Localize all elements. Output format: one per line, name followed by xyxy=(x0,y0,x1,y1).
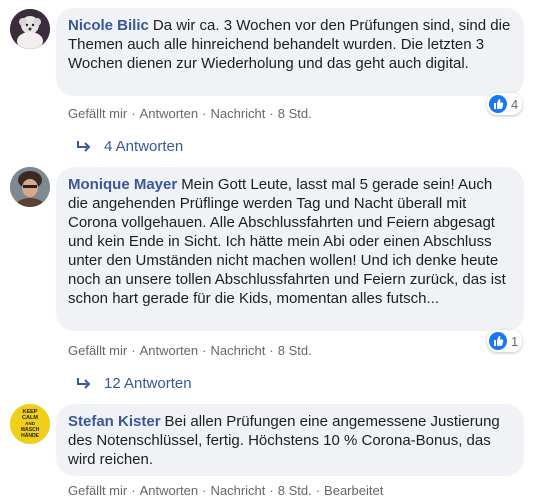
comment-actions: Gefällt mir · Antworten · Nachricht · 8 Std. · B… xyxy=(68,483,384,498)
comment-text: Mein Gott Leute, lasst mal 5 gerade sein… xyxy=(68,176,506,307)
comment-bubble: Nicole Bilic Da wir ca. 3 Wochen vor den … xyxy=(56,8,524,96)
view-replies-link[interactable]: 12 Antworten xyxy=(76,375,192,392)
reply-arrow-icon xyxy=(77,377,91,389)
avatar[interactable] xyxy=(10,9,50,49)
reaction-badge[interactable]: 4 xyxy=(487,93,523,115)
reaction-badge[interactable]: 1 xyxy=(487,330,523,352)
keep-calm-logo-icon: KEEP CALM AND WASCH HÄNDE xyxy=(10,404,50,444)
reaction-count: 4 xyxy=(511,96,519,112)
view-replies-link[interactable]: 4 Antworten xyxy=(76,138,183,155)
like-link[interactable]: Gefällt mir xyxy=(68,106,127,121)
dog-photo-icon xyxy=(10,9,50,49)
replies-count[interactable]: 12 Antworten xyxy=(104,375,192,392)
comment-bubble: Stefan Kister Bei allen Prüfungen eine an… xyxy=(56,404,524,476)
svg-text:HÄNDE: HÄNDE xyxy=(21,432,39,439)
comment-actions: Gefällt mir · Antworten · Nachricht · 8 Std. xyxy=(68,106,312,121)
comment-actions: Gefällt mir · Antworten · Nachricht · 8 Std. xyxy=(68,343,312,358)
timestamp[interactable]: 8 Std. xyxy=(278,483,312,498)
like-link[interactable]: Gefällt mir xyxy=(68,343,127,358)
reply-arrow-icon xyxy=(77,140,91,152)
comment-author[interactable]: Stefan Kister xyxy=(68,413,161,430)
reply-link[interactable]: Antworten xyxy=(140,106,199,121)
reply-link[interactable]: Antworten xyxy=(140,343,199,358)
message-link[interactable]: Nachricht xyxy=(210,483,265,498)
comment-author[interactable]: Monique Mayer xyxy=(68,176,177,193)
svg-text:AND: AND xyxy=(25,421,35,426)
like-reaction-icon xyxy=(489,95,507,113)
timestamp[interactable]: 8 Std. xyxy=(278,106,312,121)
like-reaction-icon xyxy=(489,332,507,350)
replies-count[interactable]: 4 Antworten xyxy=(104,138,183,155)
timestamp[interactable]: 8 Std. xyxy=(278,343,312,358)
comment-bubble: Monique Mayer Mein Gott Leute, lasst mal … xyxy=(56,167,524,331)
message-link[interactable]: Nachricht xyxy=(210,343,265,358)
comment-author[interactable]: Nicole Bilic xyxy=(68,17,149,34)
edited-label[interactable]: Bearbeitet xyxy=(324,483,383,498)
avatar[interactable] xyxy=(10,167,50,207)
avatar[interactable]: KEEP CALM AND WASCH HÄNDE xyxy=(10,404,50,444)
reply-link[interactable]: Antworten xyxy=(140,483,199,498)
person-photo-icon xyxy=(10,167,50,207)
like-link[interactable]: Gefällt mir xyxy=(68,483,127,498)
message-link[interactable]: Nachricht xyxy=(210,106,265,121)
reaction-count: 1 xyxy=(511,333,519,349)
